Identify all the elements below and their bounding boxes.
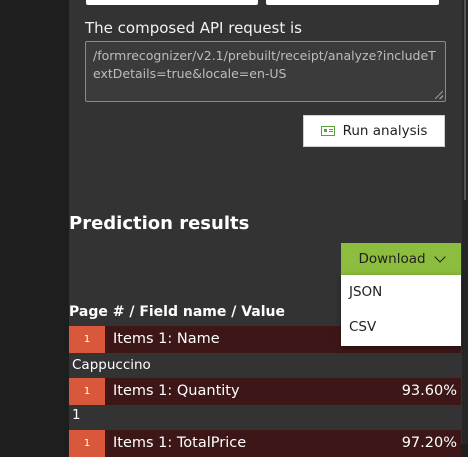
menu-item-json[interactable]: JSON <box>341 275 461 310</box>
request-label: The composed API request is <box>85 19 303 37</box>
request-url-text: /formrecognizer/v2.1/prebuilt/receipt/an… <box>93 48 436 81</box>
field-value: 1 <box>72 407 81 423</box>
page-badge: 1 <box>69 326 105 353</box>
column-header: Page # / Field name / Value <box>69 304 286 320</box>
field-name: Items 1: Name <box>113 331 220 347</box>
field-confidence: 93.60% <box>401 383 457 399</box>
chevron-down-icon <box>433 251 446 263</box>
top-input-right[interactable] <box>266 0 439 5</box>
receipt-icon <box>320 126 335 136</box>
prediction-results-title: Prediction results <box>69 213 250 234</box>
run-analysis-label: Run analysis <box>342 123 428 139</box>
download-menu: JSON CSV <box>341 275 461 346</box>
field-value: Cappuccino <box>72 357 151 373</box>
scrollbar-thumb[interactable] <box>464 0 466 200</box>
resize-grip-icon[interactable] <box>435 91 443 99</box>
page-badge: 1 <box>69 378 105 405</box>
field-row[interactable]: 1 Items 1: Quantity 93.60% <box>69 378 461 405</box>
scrollbar[interactable] <box>462 0 468 444</box>
menu-item-csv[interactable]: CSV <box>341 310 461 345</box>
download-label: Download <box>358 251 426 267</box>
request-url-textarea[interactable]: /formrecognizer/v2.1/prebuilt/receipt/an… <box>85 41 446 102</box>
download-button[interactable]: Download <box>341 243 461 275</box>
field-name: Items 1: Quantity <box>113 383 240 399</box>
left-sidebar <box>0 0 69 444</box>
top-input-left[interactable] <box>86 0 258 5</box>
run-analysis-button[interactable]: Run analysis <box>303 115 445 147</box>
